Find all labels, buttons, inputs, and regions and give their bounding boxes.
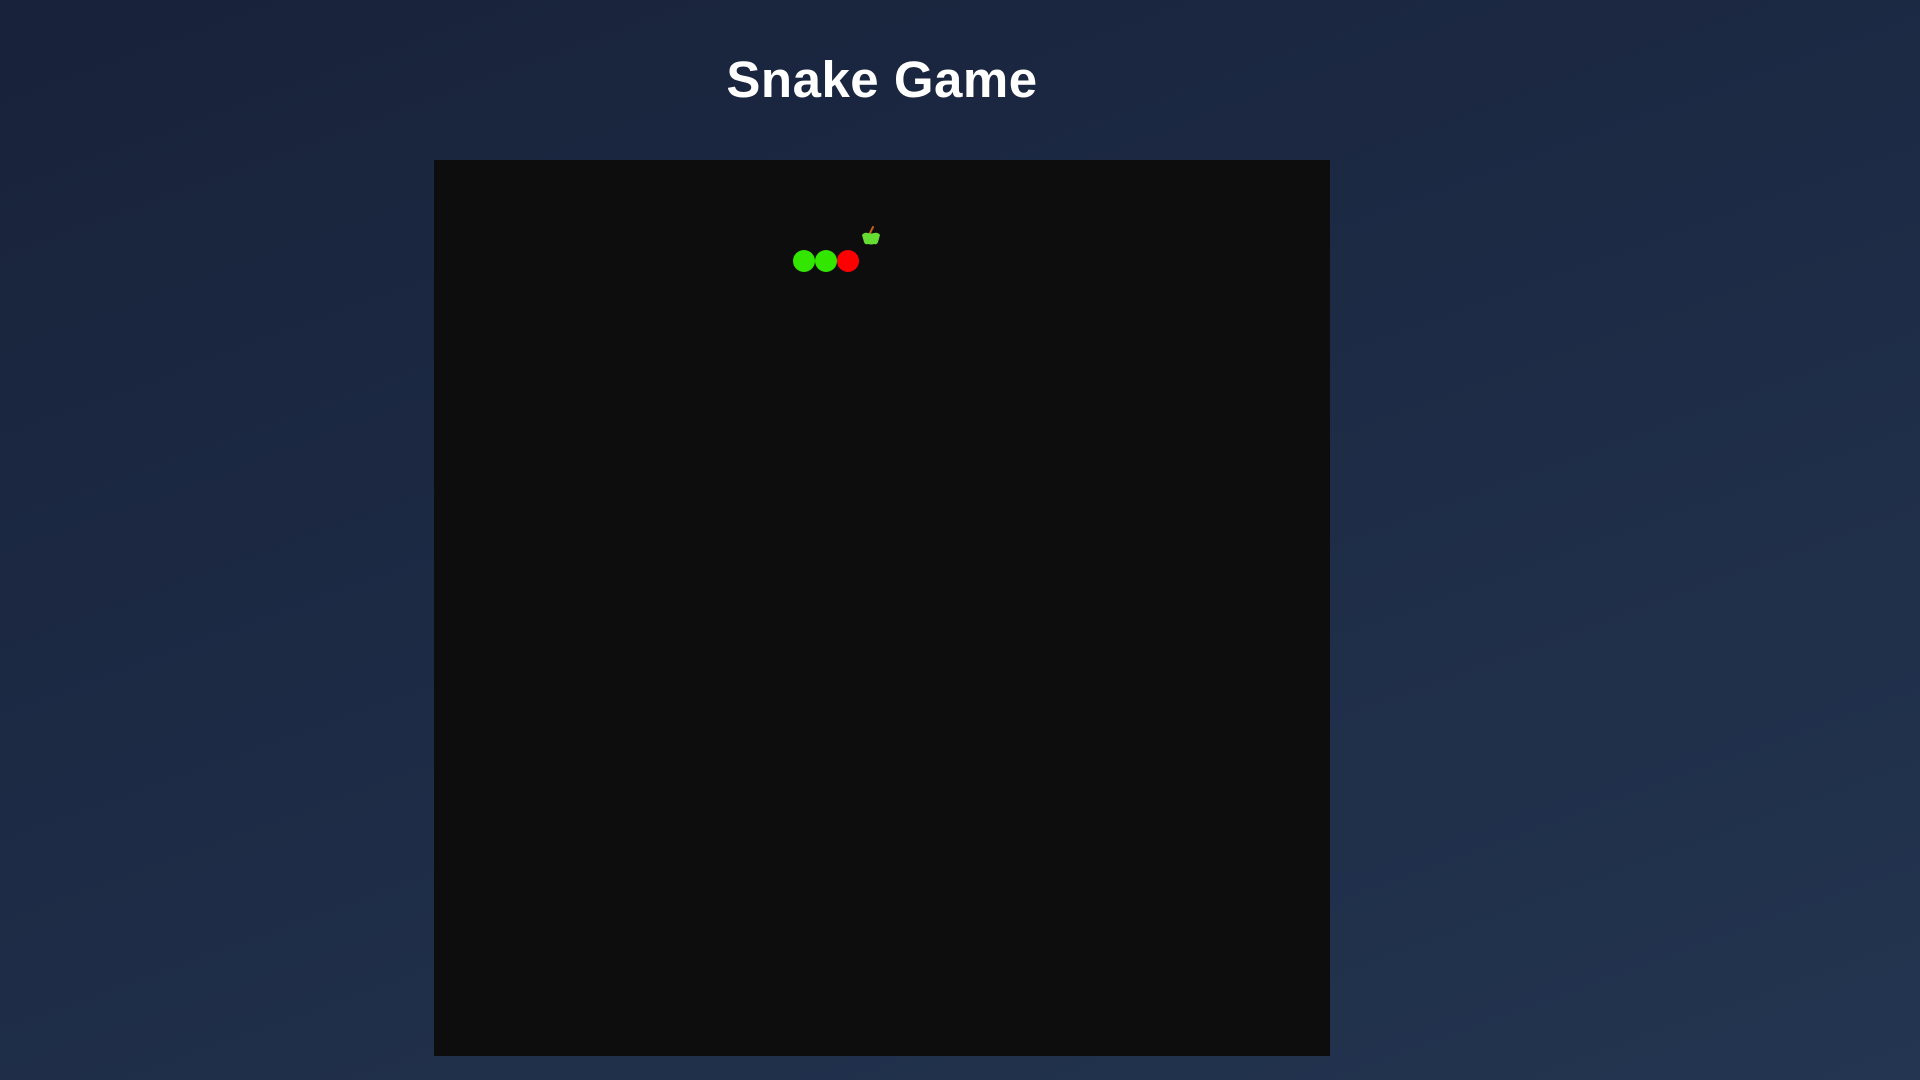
game-board[interactable] (434, 160, 1330, 1056)
snake-segment (792, 249, 815, 272)
snake-head (837, 249, 860, 272)
page-title: Snake Game (726, 51, 1038, 108)
snake-segment (815, 249, 837, 272)
apple-icon (857, 224, 885, 252)
